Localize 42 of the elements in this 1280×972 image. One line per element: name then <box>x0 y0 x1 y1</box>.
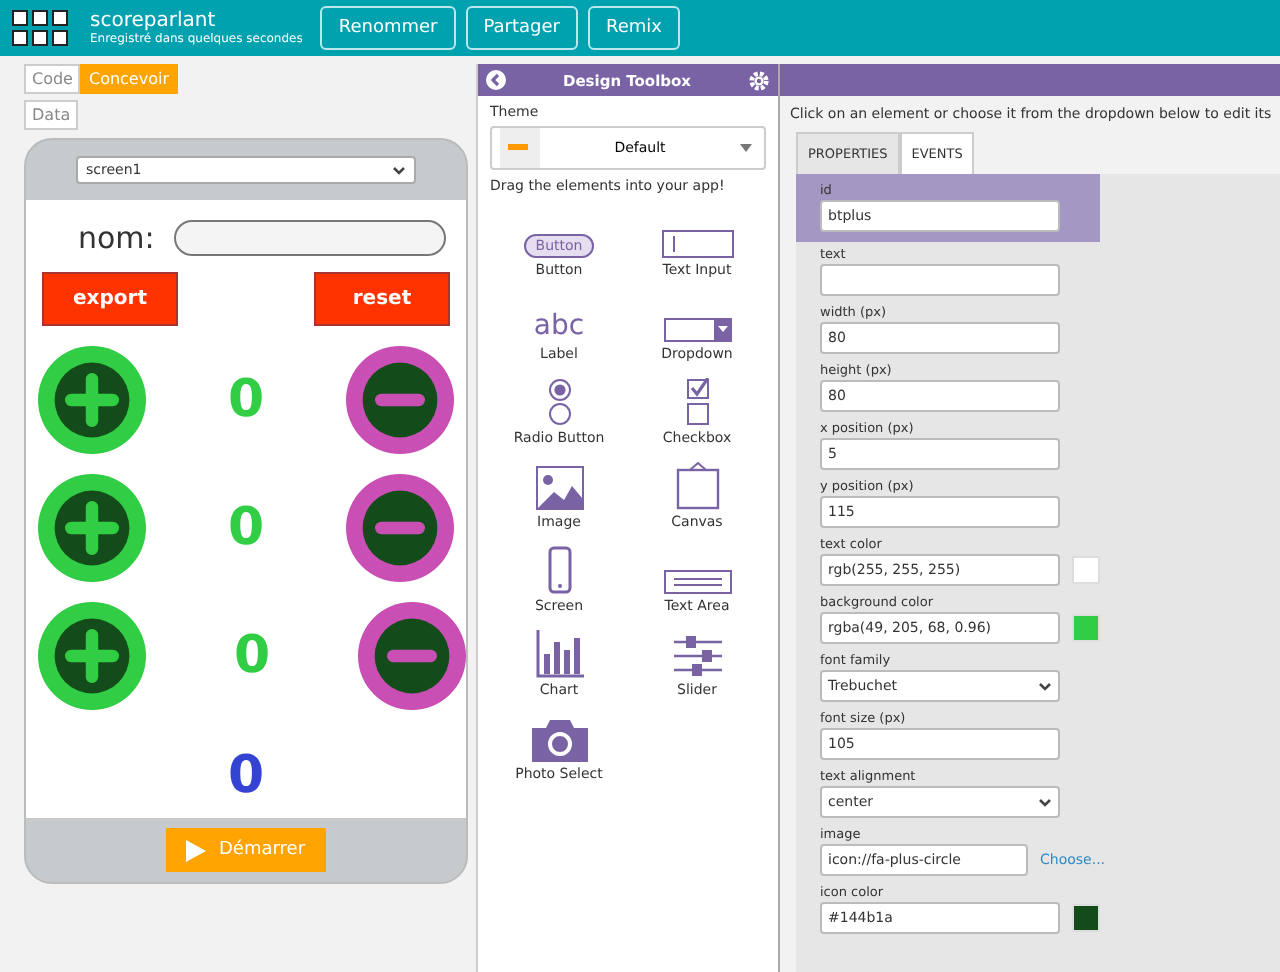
project-name: scoreparlant <box>90 10 218 32</box>
action-button[interactable]: reset <box>314 272 450 326</box>
plus-button[interactable] <box>38 346 146 454</box>
minus-button[interactable] <box>346 346 454 454</box>
image-icon <box>535 466 583 510</box>
camera-icon <box>531 718 587 762</box>
mode-tab[interactable]: Code <box>24 64 81 94</box>
checkbox-icon <box>685 378 709 426</box>
bar-chart-icon <box>535 630 583 678</box>
theme-preview-icon <box>500 128 540 168</box>
minus-button[interactable] <box>358 602 466 710</box>
color-swatch[interactable] <box>1072 614 1100 642</box>
collapse-icon[interactable] <box>486 70 506 90</box>
plus-button[interactable] <box>38 474 146 582</box>
slider-icon <box>673 634 721 678</box>
plus-button[interactable] <box>38 602 146 710</box>
play-icon <box>186 839 207 861</box>
caret-icon <box>739 144 752 152</box>
dropdown-icon <box>663 318 731 342</box>
canvas-icon <box>675 462 719 510</box>
logo-icon <box>12 10 68 46</box>
caret-icon <box>1038 681 1052 691</box>
settings-icon[interactable] <box>748 69 770 91</box>
caret-icon <box>1038 797 1052 807</box>
action-button[interactable]: export <box>42 272 178 326</box>
counter-value: 0 <box>227 370 265 430</box>
label-sample: abc <box>533 310 585 342</box>
counter-value: 0 <box>233 626 271 686</box>
total-value: 0 <box>227 746 265 806</box>
phone-icon <box>547 546 571 594</box>
data-button[interactable]: Data <box>24 100 79 130</box>
color-swatch[interactable] <box>1072 904 1100 932</box>
color-swatch[interactable] <box>1072 556 1100 584</box>
text-input-icon <box>661 230 733 258</box>
name-label: nom: <box>78 220 155 256</box>
caret-icon <box>392 165 406 175</box>
property-input[interactable] <box>820 264 1060 296</box>
counter-value: 0 <box>227 498 265 558</box>
minus-button[interactable] <box>346 474 454 582</box>
radio-icon <box>547 378 571 426</box>
text-area-icon <box>663 570 731 594</box>
name-input[interactable] <box>174 220 447 256</box>
